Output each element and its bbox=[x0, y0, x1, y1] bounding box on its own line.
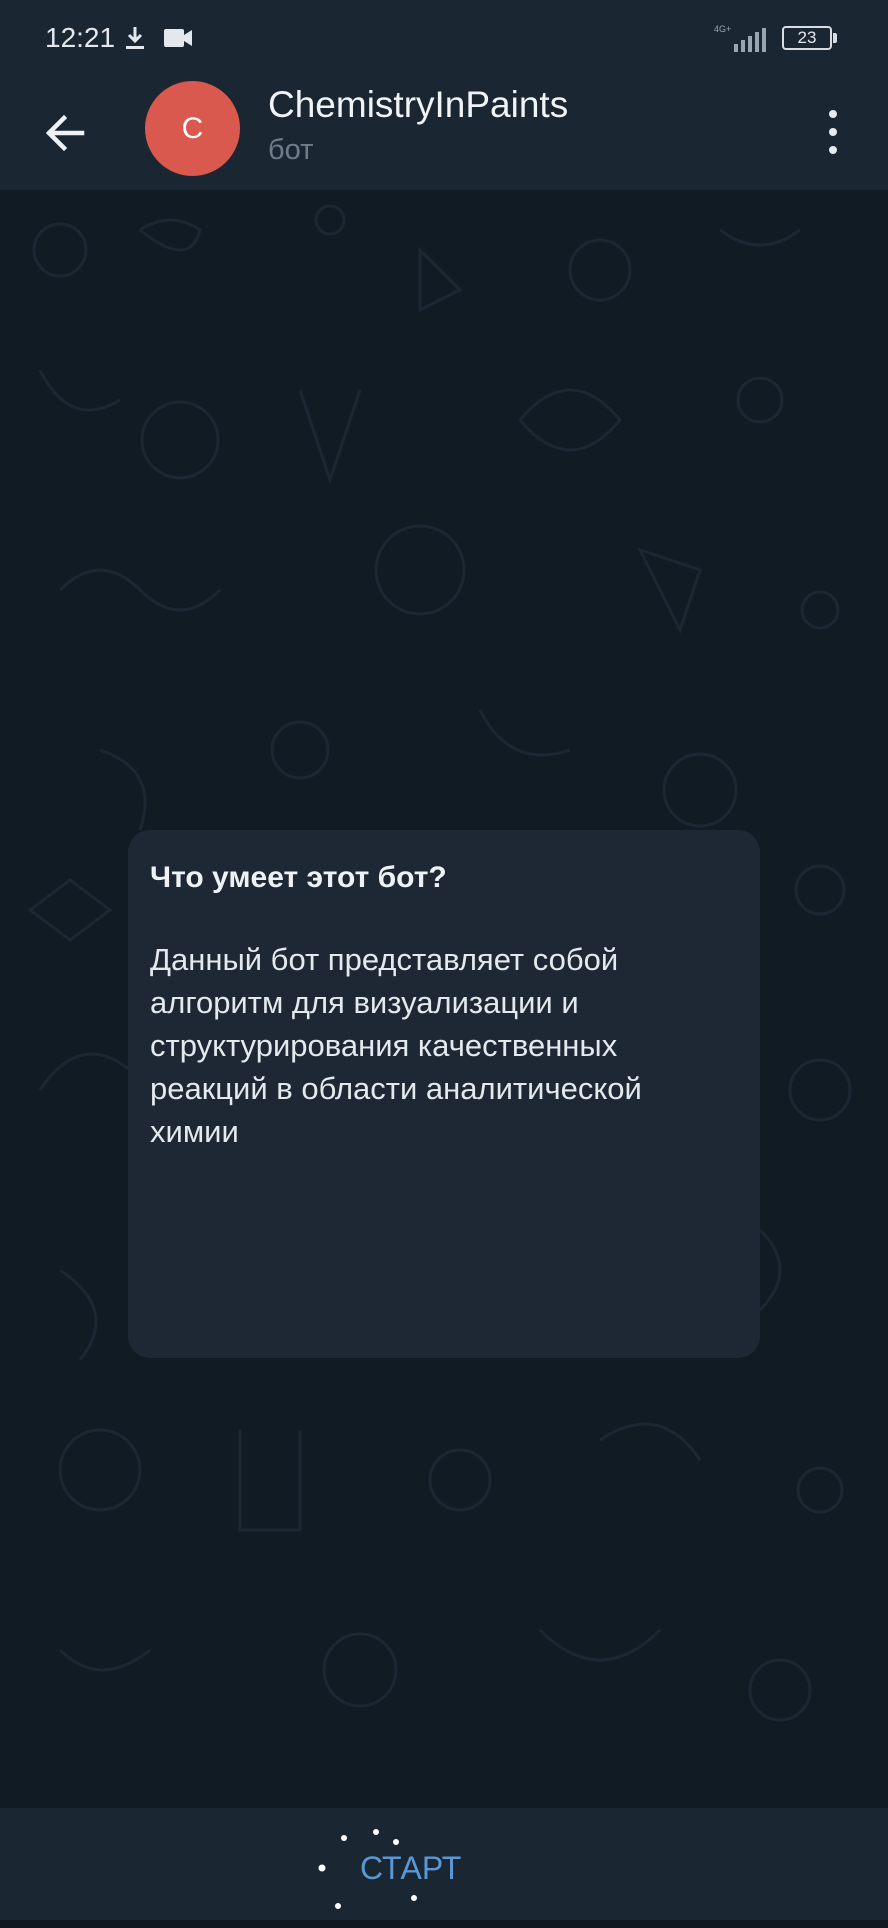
bot-info-title: Что умеет этот бот? bbox=[150, 861, 447, 894]
status-bar: 12:21 4G+ 23 bbox=[0, 0, 888, 78]
bottom-bar: СТАРТ bbox=[0, 1808, 888, 1920]
back-arrow-icon[interactable] bbox=[38, 106, 92, 160]
description-line: реакций в области аналитической bbox=[150, 1071, 642, 1106]
description-line: структурирования качественных bbox=[150, 1028, 618, 1063]
video-icon bbox=[164, 29, 192, 47]
status-time: 12:21 bbox=[45, 22, 116, 53]
bot-info-description: Данный бот представляет собой алгоритм д… bbox=[150, 938, 738, 1153]
signal-icon: 4G+ bbox=[714, 24, 766, 52]
description-line: химии bbox=[150, 1114, 239, 1149]
battery-cap bbox=[833, 33, 837, 43]
battery-icon: 23 bbox=[782, 26, 832, 50]
avatar[interactable]: C bbox=[145, 81, 240, 176]
battery-level: 23 bbox=[797, 28, 817, 47]
bot-info-message: Что умеет этот бот? Данный бот представл… bbox=[128, 830, 760, 1358]
menu-dot bbox=[829, 146, 837, 154]
menu-dot bbox=[829, 110, 837, 118]
chat-area[interactable]: Что умеет этот бот? Данный бот представл… bbox=[0, 190, 888, 1808]
chat-title[interactable]: ChemistryInPaints bbox=[268, 84, 568, 126]
description-line: алгоритм для визуализации и bbox=[150, 985, 579, 1020]
chat-subtitle: бот bbox=[268, 134, 314, 166]
chat-header: C ChemistryInPaints бот bbox=[0, 78, 888, 190]
more-menu-icon[interactable] bbox=[818, 100, 848, 164]
network-label: 4G+ bbox=[714, 24, 731, 34]
download-icon bbox=[126, 27, 144, 49]
start-button[interactable]: СТАРТ bbox=[360, 1808, 530, 1920]
description-line: Данный бот представляет собой bbox=[150, 942, 619, 977]
menu-dot bbox=[829, 128, 837, 136]
